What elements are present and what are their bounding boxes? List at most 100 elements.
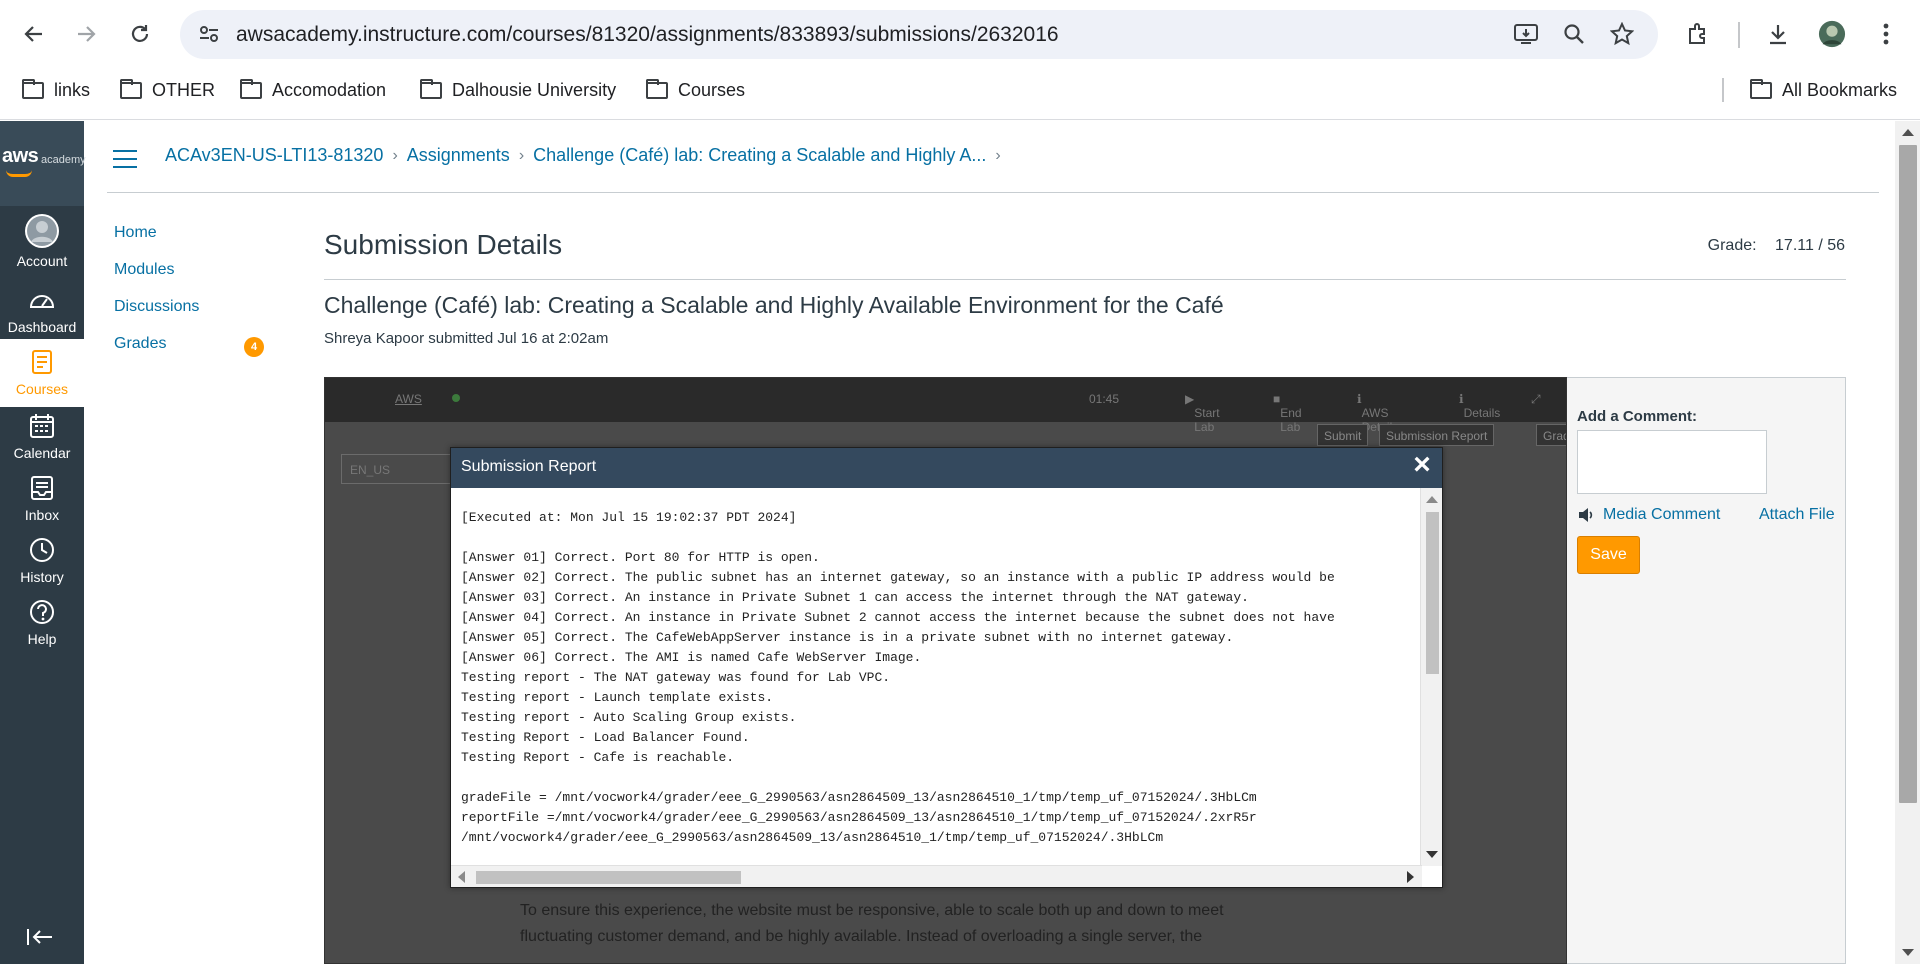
scroll-thumb[interactable] (476, 871, 741, 884)
lab-aws-status[interactable]: AWS (395, 392, 422, 406)
scroll-right-icon[interactable] (1407, 871, 1414, 883)
start-lab-button[interactable]: ▶ Start Lab (1185, 392, 1220, 434)
course-nav-discussions[interactable]: Discussions (114, 298, 199, 318)
courses-icon (32, 350, 52, 374)
report-line: reportFile =/mnt/vocwork4/grader/eee_G_2… (461, 810, 1257, 825)
profile-avatar[interactable] (1818, 20, 1846, 48)
breadcrumb-assignments[interactable]: Assignments (407, 145, 510, 166)
media-comment-link[interactable]: Media Comment (1577, 506, 1720, 524)
grades-count-badge: 4 (244, 337, 264, 357)
scroll-up-icon[interactable] (1902, 129, 1914, 136)
save-button[interactable]: Save (1577, 536, 1640, 574)
aws-academy-logo[interactable]: aws academy (0, 121, 86, 206)
calendar-icon (30, 414, 54, 438)
bookmark-folder-other[interactable]: OTHER (120, 79, 215, 101)
report-line: [Answer 02] Correct. The public subnet h… (461, 570, 1335, 585)
extensions-icon[interactable] (1684, 20, 1712, 48)
title-divider (324, 279, 1846, 280)
grade-label: Grade: (1707, 237, 1757, 254)
site-settings-icon[interactable] (198, 23, 220, 45)
history-icon (30, 538, 54, 562)
end-lab-button[interactable]: ■ End Lab (1273, 392, 1302, 434)
scroll-thumb[interactable] (1899, 145, 1917, 803)
nav-dashboard[interactable]: Dashboard (0, 285, 84, 335)
report-vertical-scrollbar[interactable] (1420, 488, 1442, 866)
breadcrumb-course[interactable]: ACAv3EN-US-LTI13-81320 (165, 145, 383, 166)
install-app-icon[interactable] (1512, 20, 1540, 48)
scroll-down-icon[interactable] (1426, 851, 1438, 858)
fullscreen-icon[interactable]: ⤢ (1531, 392, 1541, 407)
bookmark-star-icon[interactable] (1608, 20, 1636, 48)
account-icon (25, 214, 59, 248)
lab-timer: 01:45 (1089, 392, 1120, 406)
lab-grades-button[interactable]: Grades (1536, 424, 1566, 446)
scroll-up-icon[interactable] (1426, 496, 1438, 503)
toolbar-divider (1738, 22, 1740, 48)
address-bar[interactable]: awsacademy.instructure.com/courses/81320… (180, 10, 1658, 59)
browser-menu-icon[interactable] (1872, 20, 1900, 48)
submission-info: Shreya Kapoor submitted Jul 16 at 2:02am (324, 330, 609, 347)
aws-smile-icon (6, 170, 32, 177)
comment-label: Add a Comment: (1577, 408, 1697, 425)
nav-account[interactable]: Account (0, 213, 84, 269)
aws-details-button[interactable]: ℹ AWS Details (1357, 392, 1398, 434)
downloads-icon[interactable] (1764, 20, 1792, 48)
dashboard-icon (29, 295, 55, 308)
browser-toolbar: awsacademy.instructure.com/courses/81320… (0, 0, 1920, 68)
bookmark-folder-links[interactable]: links (22, 79, 90, 101)
modal-title: Submission Report (461, 458, 597, 475)
nav-help[interactable]: Help (0, 597, 84, 647)
bookmarks-bar: links OTHER Accomodation Dalhousie Unive… (0, 68, 1920, 120)
report-line: Testing Report - Load Balancer Found. (461, 730, 750, 745)
report-horizontal-scrollbar[interactable] (451, 865, 1422, 887)
bookmark-folder-accomodation[interactable]: Accomodation (240, 79, 386, 101)
forward-arrow-icon[interactable] (68, 16, 104, 52)
scroll-down-icon[interactable] (1902, 949, 1914, 956)
page-title: Submission Details (324, 229, 563, 260)
all-bookmarks-folder[interactable]: All Bookmarks (1750, 79, 1897, 101)
folder-icon (646, 79, 668, 99)
course-navigation: Home Modules Discussions Grades (114, 224, 199, 372)
nav-calendar[interactable]: Calendar (0, 411, 84, 461)
report-line: [Answer 06] Correct. The AMI is named Ca… (461, 650, 922, 665)
course-nav-modules[interactable]: Modules (114, 261, 199, 281)
comment-textarea[interactable] (1577, 430, 1767, 494)
report-line: Testing report - Auto Scaling Group exis… (461, 710, 797, 725)
url-text[interactable]: awsacademy.instructure.com/courses/81320… (236, 23, 1059, 47)
nav-history[interactable]: History (0, 535, 84, 585)
course-menu-toggle[interactable] (113, 150, 137, 168)
collapse-nav-icon[interactable] (26, 927, 54, 952)
submission-report-modal: Submission Report × [Executed at: Mon Ju… (450, 447, 1443, 888)
scroll-thumb[interactable] (1426, 512, 1439, 674)
report-line: [Answer 03] Correct. An instance in Priv… (461, 590, 1249, 605)
folder-icon (240, 79, 262, 99)
course-nav-home[interactable]: Home (114, 224, 199, 244)
breadcrumb: ACAv3EN-US-LTI13-81320 › Assignments › C… (165, 145, 1010, 166)
zoom-icon[interactable] (1560, 20, 1588, 48)
language-select[interactable]: EN_US (341, 454, 451, 484)
report-line: [Answer 01] Correct. Port 80 for HTTP is… (461, 550, 820, 565)
speaker-icon (1579, 508, 1593, 522)
nav-courses[interactable]: Courses (0, 339, 84, 407)
reload-icon[interactable] (122, 16, 158, 52)
report-line: /mnt/vocwork4/grader/eee_G_2990563/asn28… (461, 830, 1164, 845)
page-scrollbar[interactable] (1895, 121, 1920, 964)
bookmark-folder-courses[interactable]: Courses (646, 79, 745, 101)
folder-icon (120, 79, 142, 99)
inbox-icon (31, 476, 53, 500)
lab-toolbar: AWS 01:45 ▶ Start Lab ■ End Lab ℹ AWS De… (325, 378, 1566, 434)
bookmark-folder-dalhousie[interactable]: Dalhousie University (420, 79, 616, 101)
chevron-right-icon: › (995, 146, 1001, 164)
back-arrow-icon[interactable] (16, 16, 52, 52)
grade-value: 17.11 / 56 (1775, 237, 1845, 254)
lab-submit-button[interactable]: Submit (1317, 424, 1369, 446)
course-nav-grades[interactable]: Grades (114, 335, 199, 355)
lab-submission-report-button[interactable]: Submission Report (1379, 424, 1495, 446)
scroll-left-icon[interactable] (458, 871, 465, 883)
attach-file-link[interactable]: Attach File (1759, 506, 1835, 524)
chevron-right-icon: › (392, 146, 398, 164)
close-icon[interactable]: × (1410, 450, 1434, 480)
nav-inbox[interactable]: Inbox (0, 473, 84, 523)
breadcrumb-assignment[interactable]: Challenge (Café) lab: Creating a Scalabl… (533, 145, 986, 166)
details-button[interactable]: ℹ Details (1459, 392, 1500, 420)
